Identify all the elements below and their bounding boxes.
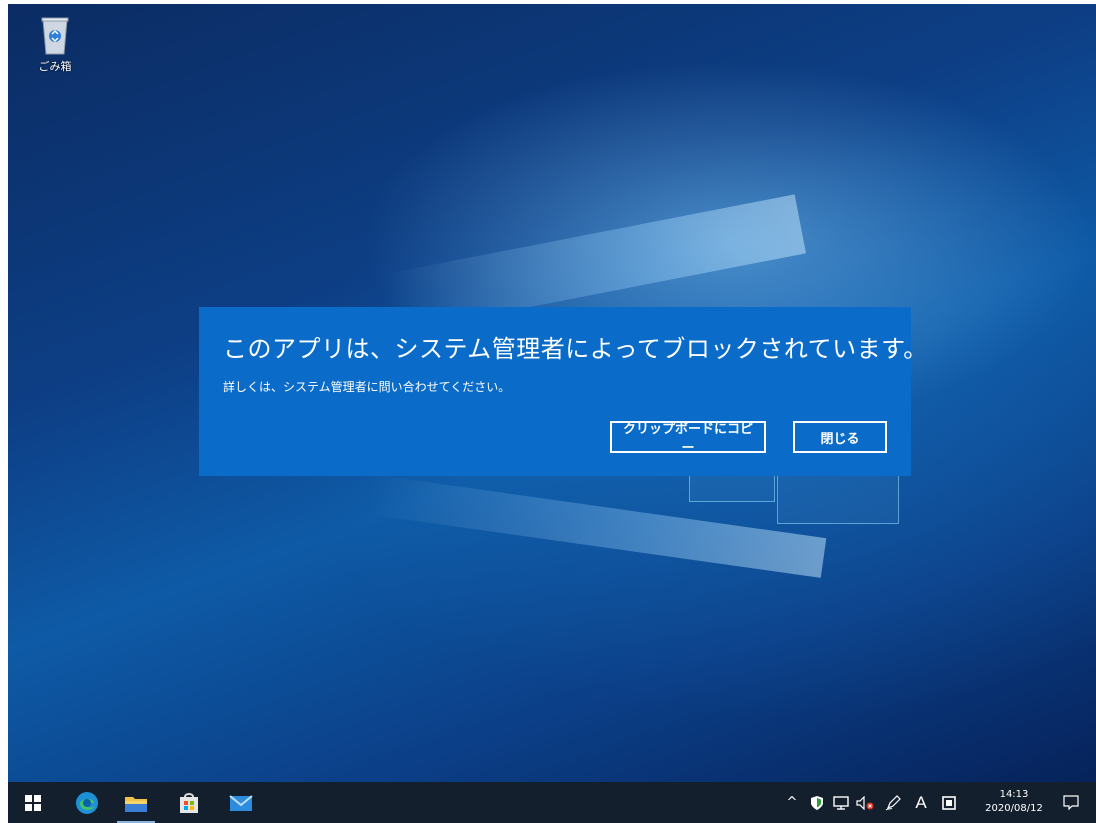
recycle-bin-icon — [41, 17, 69, 55]
defender-shield-icon — [811, 795, 823, 810]
show-hidden-icons-button[interactable]: ^ — [784, 782, 800, 823]
tray-security-button[interactable] — [806, 782, 828, 823]
volume-muted-icon — [856, 795, 874, 810]
tray-volume-button[interactable] — [854, 782, 876, 823]
dialog-title: このアプリは、システム管理者によってブロックされています。 — [223, 335, 928, 363]
taskbar: ^ A 14:13 2020/08/12 — [8, 782, 1096, 823]
start-button[interactable] — [14, 782, 52, 823]
folder-icon — [125, 796, 147, 812]
tray-network-button[interactable] — [830, 782, 852, 823]
tray-pen-workspace-button[interactable] — [882, 782, 904, 823]
tray-ime-pad-button[interactable] — [938, 782, 960, 823]
network-icon — [833, 795, 849, 810]
taskbar-mail-button[interactable] — [222, 782, 260, 823]
taskbar-file-explorer-button[interactable] — [117, 782, 155, 823]
logo-pane — [777, 474, 899, 524]
store-icon — [180, 792, 198, 813]
clock-date: 2020/08/12 — [985, 803, 1043, 814]
taskbar-clock[interactable]: 14:13 2020/08/12 — [978, 788, 1050, 816]
close-button[interactable]: 閉じる — [793, 421, 887, 453]
blocked-app-dialog: このアプリは、システム管理者によってブロックされています。 詳しくは、システム管… — [199, 307, 928, 476]
notification-icon — [1063, 795, 1079, 810]
action-center-button[interactable] — [1058, 782, 1084, 823]
pen-icon — [885, 794, 901, 810]
taskbar-store-button[interactable] — [170, 782, 208, 823]
recycle-bin-label: ごみ箱 — [38, 60, 72, 73]
chevron-up-icon: ^ — [786, 795, 798, 810]
ime-pad-icon — [942, 795, 956, 810]
screen: ごみ箱 このアプリは、システム管理者によってブロックされています。 詳しくは、シ… — [0, 0, 1096, 823]
edge-icon — [76, 791, 98, 814]
taskbar-edge-button[interactable] — [68, 782, 106, 823]
dialog-message: 詳しくは、システム管理者に問い合わせてください。 — [223, 380, 511, 394]
tray-ime-button[interactable]: A — [910, 782, 932, 823]
clock-time: 14:13 — [999, 789, 1029, 800]
mail-icon — [229, 794, 253, 811]
windows-logo-icon — [25, 794, 41, 811]
ime-mode-label: A — [915, 792, 927, 812]
logo-pane — [689, 474, 775, 502]
copy-to-clipboard-button[interactable]: クリップボードにコピー — [610, 421, 766, 456]
recycle-bin-shortcut[interactable]: ごみ箱 — [30, 12, 80, 74]
